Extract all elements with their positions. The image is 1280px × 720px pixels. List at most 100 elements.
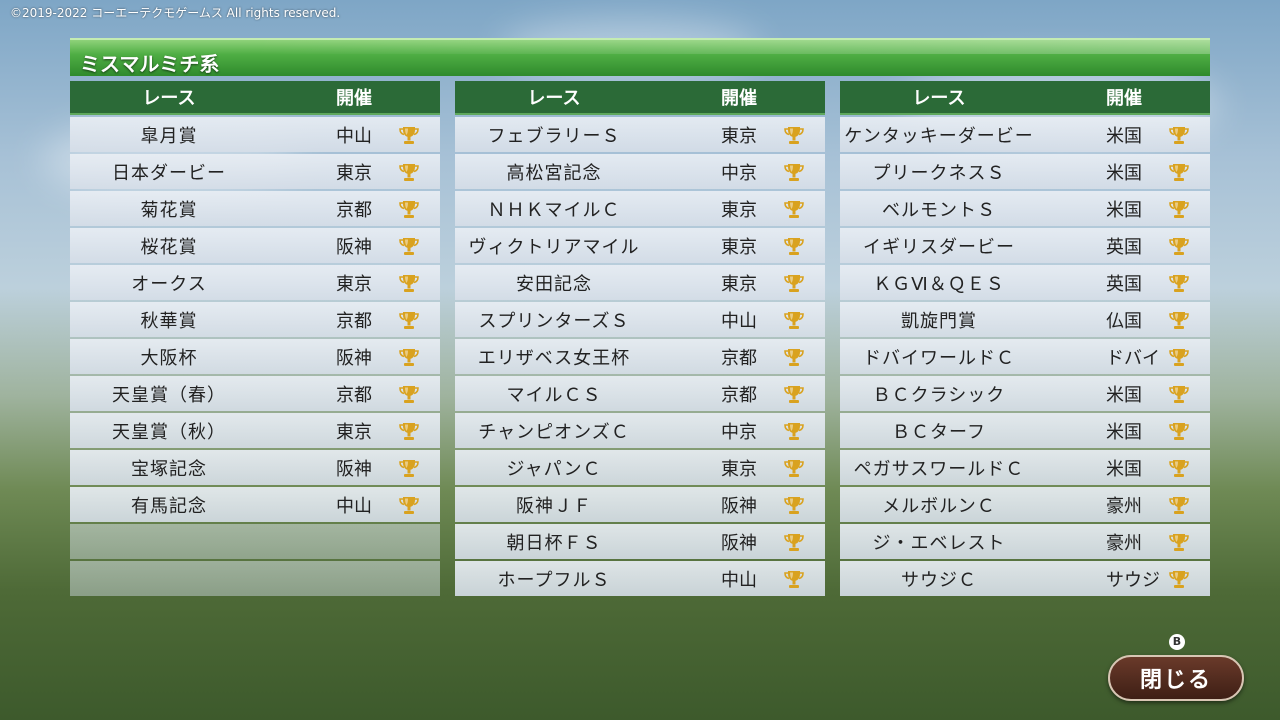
race-venue: 京都 <box>721 347 757 369</box>
race-name: 皐月賞 <box>140 125 198 147</box>
race-row: 皐月賞 中山 <box>70 117 440 152</box>
trophy-icon <box>397 494 421 518</box>
race-venue: 東京 <box>336 421 372 443</box>
race-venue: 米国 <box>1106 384 1142 406</box>
race-name: チャンピオンズＣ <box>478 421 630 443</box>
race-name: 菊花賞 <box>140 199 198 221</box>
trophy-icon <box>1167 272 1191 296</box>
race-venue: 東京 <box>721 199 757 221</box>
race-name: フェブラリーＳ <box>487 125 621 147</box>
race-row: 日本ダービー 東京 <box>70 154 440 189</box>
copyright-text: ©2019-2022 コーエーテクモゲームス All rights reserv… <box>10 6 341 20</box>
race-name: サウジＣ <box>901 569 977 591</box>
race-name: ベルモントＳ <box>882 199 996 221</box>
race-venue: 東京 <box>721 236 757 258</box>
race-venue: 米国 <box>1106 458 1142 480</box>
race-name: スプリンターズＳ <box>478 310 630 332</box>
race-venue: 阪神 <box>336 236 372 258</box>
trophy-icon <box>782 531 806 555</box>
table-header: レース 開催 <box>455 81 825 115</box>
race-name: ＫＧⅥ＆ＱＥＳ <box>873 273 1005 295</box>
race-row: 安田記念 東京 <box>455 265 825 300</box>
race-row: エリザベス女王杯 京都 <box>455 339 825 374</box>
trophy-icon <box>397 457 421 481</box>
race-table-1: レース 開催 皐月賞 中山 日本ダービー 東京 菊花賞 京都 桜花賞 阪神 オークス 東京 秋華賞京… <box>70 81 440 596</box>
trophy-icon <box>1167 309 1191 333</box>
race-name: 桜花賞 <box>140 236 198 258</box>
header-venue: 開催 <box>721 88 757 109</box>
race-name: 宝塚記念 <box>131 458 207 480</box>
empty-row <box>70 561 440 596</box>
race-name: プリークネスＳ <box>872 162 1006 184</box>
trophy-icon <box>397 309 421 333</box>
race-venue: 東京 <box>721 273 757 295</box>
race-row: ジャパンＣ 東京 <box>455 450 825 485</box>
title-bar-sheen <box>250 40 1210 54</box>
race-venue: 米国 <box>1106 199 1142 221</box>
race-venue: 阪神 <box>721 495 757 517</box>
race-row: ケンタッキーダービー 米国 <box>840 117 1210 152</box>
close-button-label: 閉じる <box>1139 668 1212 693</box>
race-row: 天皇賞（春） 京都 <box>70 376 440 411</box>
header-race: レース <box>912 88 966 109</box>
race-name: オークス <box>131 273 207 295</box>
race-table-3: レース 開催 ケンタッキーダービー 米国 プリークネスＳ 米国 ベルモントＳ 米国 イギリス… <box>840 81 1210 596</box>
race-venue: 京都 <box>336 310 372 332</box>
race-row: 高松宮記念 中京 <box>455 154 825 189</box>
trophy-icon <box>1167 161 1191 185</box>
race-row: 菊花賞 京都 <box>70 191 440 226</box>
lineage-title-bar: ミスマルミチ系 <box>70 38 1210 76</box>
race-venue: 東京 <box>721 458 757 480</box>
race-venue: 京都 <box>336 199 372 221</box>
race-row: ホープフルＳ 中山 <box>455 561 825 596</box>
trophy-icon <box>397 272 421 296</box>
race-row: フェブラリーＳ 東京 <box>455 117 825 152</box>
race-row: マイルＣＳ 京都 <box>455 376 825 411</box>
race-row: 有馬記念 中山 <box>70 487 440 522</box>
race-venue: ドバイ <box>1106 347 1160 369</box>
race-venue: 豪州 <box>1106 532 1142 554</box>
race-name: 安田記念 <box>516 273 592 295</box>
close-button[interactable]: 閉じる <box>1108 655 1244 701</box>
race-venue: 中山 <box>721 310 757 332</box>
trophy-icon <box>782 235 806 259</box>
race-row: ベルモントＳ 米国 <box>840 191 1210 226</box>
race-name: ジ・エベレスト <box>872 532 1006 554</box>
race-venue: サウジ <box>1106 569 1160 591</box>
trophy-icon <box>782 346 806 370</box>
race-name: メルボルンＣ <box>882 495 996 517</box>
trophy-icon <box>1167 568 1191 592</box>
race-row: オークス 東京 <box>70 265 440 300</box>
trophy-icon <box>397 420 421 444</box>
race-row: ドバイワールドＣ ドバイ <box>840 339 1210 374</box>
race-venue: 豪州 <box>1106 495 1142 517</box>
race-row: ＢＣターフ 米国 <box>840 413 1210 448</box>
race-name: 阪神ＪＦ <box>516 495 592 517</box>
race-row: ヴィクトリアマイル 東京 <box>455 228 825 263</box>
race-row: プリークネスＳ 米国 <box>840 154 1210 189</box>
race-name: ケンタッキーダービー <box>844 125 1034 147</box>
race-venue: 中京 <box>721 162 757 184</box>
trophy-icon <box>782 161 806 185</box>
race-name: 天皇賞（春） <box>112 384 226 406</box>
race-venue: 京都 <box>336 384 372 406</box>
race-name: 天皇賞（秋） <box>112 421 226 443</box>
trophy-icon <box>397 383 421 407</box>
race-name: ＢＣターフ <box>892 421 986 443</box>
race-row: 朝日杯ＦＳ 阪神 <box>455 524 825 559</box>
race-row: 天皇賞（秋） 東京 <box>70 413 440 448</box>
race-venue: 阪神 <box>336 347 372 369</box>
race-venue: 中山 <box>336 125 372 147</box>
race-name: エリザベス女王杯 <box>477 347 631 369</box>
header-race: レース <box>142 88 196 109</box>
table-header: レース 開催 <box>70 81 440 115</box>
trophy-icon <box>1167 531 1191 555</box>
race-row: ＫＧⅥ＆ＱＥＳ 英国 <box>840 265 1210 300</box>
race-venue: 東京 <box>721 125 757 147</box>
header-race: レース <box>527 88 581 109</box>
race-name: ＮＨＫマイルＣ <box>487 199 621 221</box>
race-venue: 米国 <box>1106 125 1142 147</box>
race-row: 凱旋門賞 仏国 <box>840 302 1210 337</box>
trophy-icon <box>782 198 806 222</box>
trophy-icon <box>1167 124 1191 148</box>
